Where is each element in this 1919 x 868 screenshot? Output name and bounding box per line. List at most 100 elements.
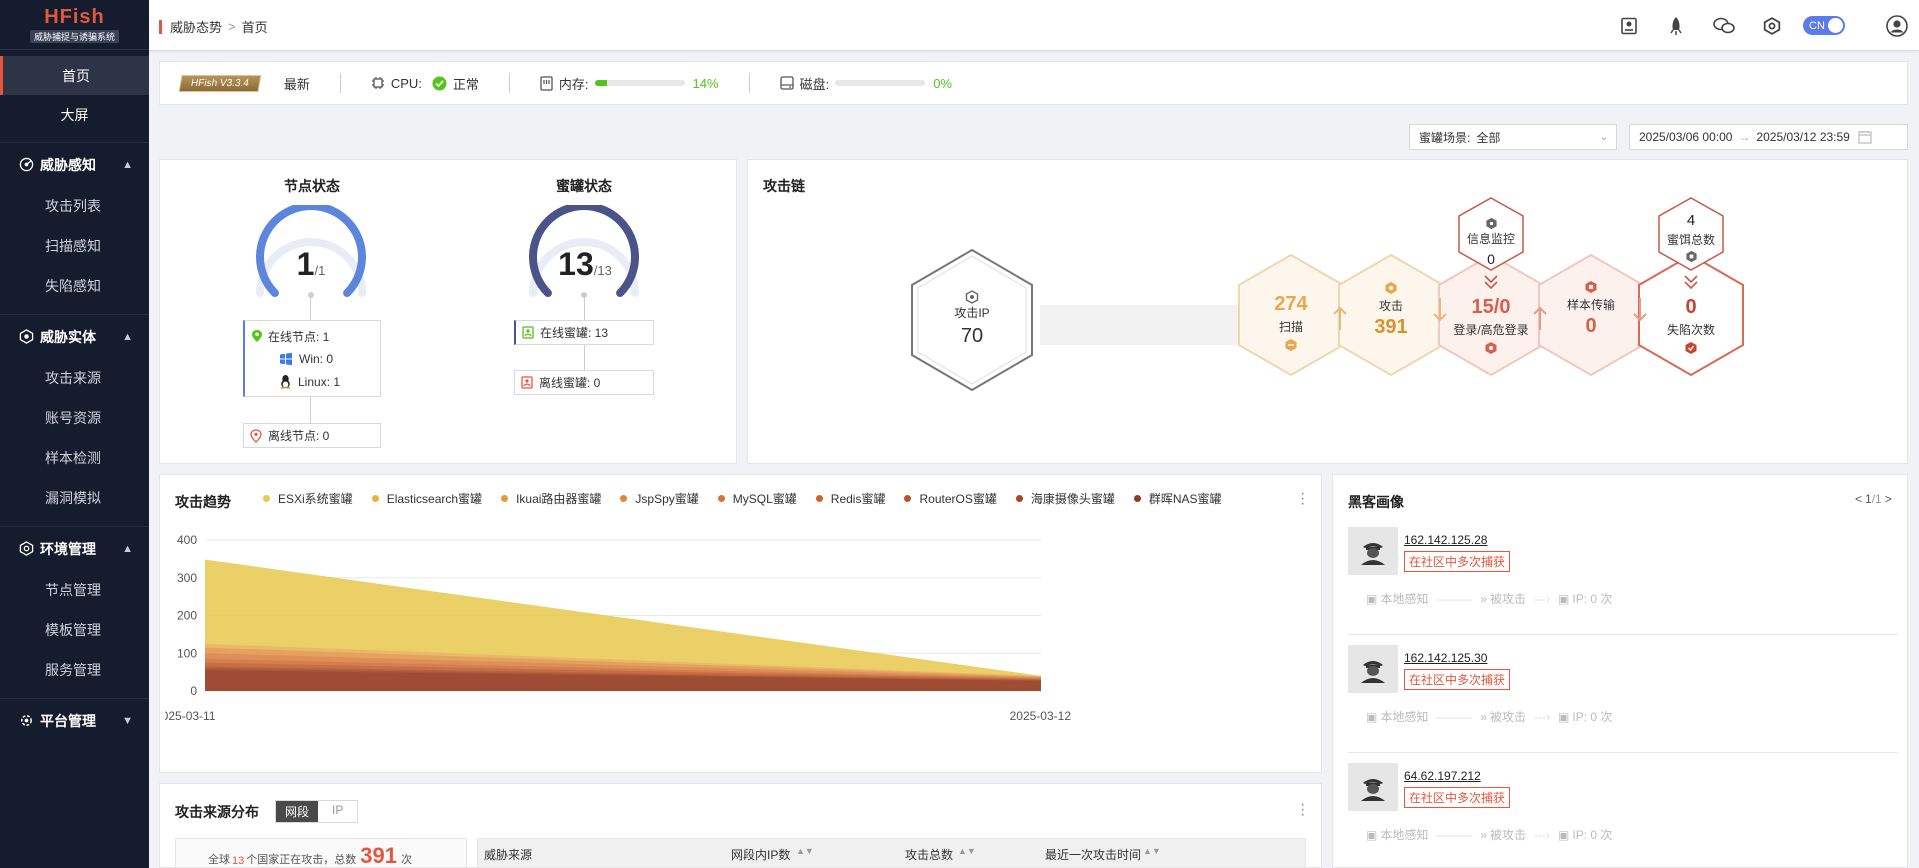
flow-ip: IP: 0 次 [1572, 828, 1613, 842]
legend-dot [815, 495, 823, 502]
sidebar-item-account[interactable]: 账号资源 [0, 398, 149, 438]
connector [310, 397, 311, 423]
prev-page-icon[interactable]: < [1855, 492, 1862, 506]
language-toggle[interactable]: CN [1803, 16, 1845, 35]
sidebar-item-template[interactable]: 模板管理 [0, 610, 149, 650]
chevron-down-icon: ▼ [122, 714, 133, 727]
sidebar-item-node[interactable]: 节点管理 [0, 570, 149, 610]
sort-icon[interactable]: ▲▼ [796, 846, 814, 856]
more-icon[interactable]: · · · [1300, 486, 1305, 512]
divider [508, 73, 510, 93]
attack-node[interactable]: 攻击 391 [1346, 281, 1436, 339]
sidebar-group-platform[interactable]: 平台管理 ▼ [0, 698, 149, 742]
flow-local: 本地感知 [1380, 592, 1429, 606]
rocket-icon[interactable] [1664, 14, 1688, 38]
brand-name: HFish [44, 6, 105, 28]
attack-ip-node[interactable]: 攻击IP 70 [927, 290, 1017, 348]
legend-item[interactable]: ESXi系统蜜罐 [263, 490, 353, 507]
sidebar-group-label: 平台管理 [40, 712, 96, 729]
attack-source-title: 攻击来源分布 [175, 804, 259, 820]
legend-item[interactable]: 群晖NAS蜜罐 [1133, 490, 1222, 507]
settings-hex-icon[interactable] [1760, 14, 1784, 38]
book-icon[interactable] [1617, 14, 1641, 38]
disk-progress [835, 80, 926, 86]
date-start[interactable]: 2025/03/06 00:00 [1639, 130, 1732, 144]
sidebar-item-scan[interactable]: 扫描感知 [0, 226, 149, 266]
breadcrumb-parent[interactable]: 威胁态势 [170, 17, 222, 36]
sidebar-group-threat-perception[interactable]: 威胁感知 ▲ [0, 142, 149, 186]
date-range-picker[interactable]: 2025/03/06 00:00 → 2025/03/12 23:59 [1629, 124, 1908, 150]
more-icon[interactable]: · · · [1300, 797, 1305, 823]
scene-value: 全部 [1476, 130, 1501, 145]
source-summary: 全球 13 个国家正在攻击，总数 391 次 [175, 838, 467, 868]
legend-label: Elasticsearch蜜罐 [386, 492, 483, 506]
honeypot-scene-select[interactable]: 蜜罐场景: 全部 ⌄ [1409, 124, 1617, 150]
col-attack-total[interactable]: 攻击总数 [905, 846, 953, 863]
sidebar-group-env[interactable]: 环境管理 ▲ [0, 526, 149, 570]
date-end[interactable]: 2025/03/12 23:59 [1756, 130, 1849, 144]
legend-dot [371, 495, 379, 502]
sidebar-group-threat-entity[interactable]: 威胁实体 ▲ [0, 314, 149, 358]
hacker-ip[interactable]: 162.142.125.28 [1404, 533, 1487, 547]
bait-node[interactable]: 4 蜜饵总数 [1656, 212, 1726, 263]
sidebar-item-attack-source[interactable]: 攻击来源 [0, 358, 149, 398]
info-monitor-node[interactable]: 信息监控 0 [1456, 217, 1526, 267]
tab-segment[interactable]: 网段 [276, 801, 319, 822]
legend-item[interactable]: RouterOS蜜罐 [904, 490, 997, 507]
scan-value: 274 [1274, 293, 1308, 315]
sidebar-item-attack-list[interactable]: 攻击列表 [0, 186, 149, 226]
hacker-card[interactable]: 162.142.125.30 在社区中多次捕获 ▣ 本地感知 ———» 被攻击 ---›… [1348, 645, 1898, 755]
scan-node[interactable]: 274 扫描 [1246, 293, 1336, 352]
wechat-icon[interactable] [1712, 14, 1736, 38]
hacker-card[interactable]: 162.142.125.28 在社区中多次捕获 ▣ 本地感知 ———» 被攻击 ---›… [1348, 527, 1898, 637]
hacker-card[interactable]: 64.62.197.212 在社区中多次捕获 ▣ 本地感知 ———» 被攻击 ---› ▣… [1348, 763, 1898, 863]
system-status-bar: HFish V3.3.4 最新 CPU: 正常 内存: 14% 磁盘: 0% [159, 61, 1908, 105]
legend-item[interactable]: MySQL蜜罐 [717, 490, 797, 507]
hacker-flow: ▣ 本地感知 ———» 被攻击 ---› ▣ IP: 0 次 [1366, 826, 1612, 843]
attacked-icon: » [1480, 827, 1488, 842]
sort-icon[interactable]: ▲▼ [1143, 846, 1161, 856]
linux-row: Linux: 1 [251, 374, 340, 390]
divider [1348, 634, 1898, 635]
next-page-icon[interactable]: > [1885, 492, 1892, 506]
sidebar-item-service[interactable]: 服务管理 [0, 650, 149, 690]
sample-label: 样本传输 [1566, 298, 1615, 312]
legend-item[interactable]: JspSpy蜜罐 [620, 490, 699, 507]
offline-node-text: 离线节点: 0 [268, 429, 330, 443]
hacker-ip[interactable]: 64.62.197.212 [1404, 769, 1481, 783]
platform-icon [18, 713, 34, 729]
legend-item[interactable]: Ikuai路由器蜜罐 [501, 490, 601, 507]
tab-ip[interactable]: IP [318, 801, 357, 822]
sidebar-item-compromise[interactable]: 失陷感知 [0, 266, 149, 306]
update-status[interactable]: 最新 [284, 74, 310, 93]
user-avatar-icon[interactable] [1885, 14, 1909, 38]
node-total: /1 [314, 263, 326, 278]
col-segment-ip-count[interactable]: 网段内IP数 [731, 846, 790, 863]
cpu-icon [371, 76, 385, 90]
hacker-ip[interactable]: 162.142.125.30 [1404, 651, 1487, 665]
legend-item[interactable]: 海康摄像头蜜罐 [1015, 490, 1115, 507]
sidebar-item-screen[interactable]: 大屏 [0, 95, 149, 134]
compromise-node[interactable]: 0 失陷次数 [1646, 296, 1736, 355]
hacker-avatar-icon [1348, 527, 1398, 575]
sidebar-item-vuln[interactable]: 漏洞模拟 [0, 478, 149, 518]
sort-icon[interactable]: ▲▼ [958, 846, 976, 856]
summary-total: 391 [360, 843, 397, 868]
honeypot-status-title: 蜜罐状态 [556, 178, 612, 194]
sidebar-item-home[interactable]: 首页 [0, 56, 149, 95]
local-sense-icon: ▣ [1366, 709, 1378, 724]
flow-attacked: 被攻击 [1490, 592, 1527, 606]
local-sense-icon: ▣ [1366, 827, 1378, 842]
sidebar-item-sample[interactable]: 样本检测 [0, 438, 149, 478]
sample-node[interactable]: 样本传输 0 [1546, 280, 1636, 338]
attack-label: 攻击 [1378, 299, 1403, 313]
flow-arrow: ---› [1534, 591, 1551, 606]
divider [1348, 752, 1898, 753]
col-last-attack[interactable]: 最近一次攻击时间 [1045, 846, 1141, 863]
legend-item[interactable]: Elasticsearch蜜罐 [371, 490, 483, 507]
divider [748, 73, 750, 93]
col-source[interactable]: 威胁来源 [484, 846, 532, 863]
legend-label: 群晖NAS蜜罐 [1148, 492, 1222, 506]
login-node[interactable]: 15/0 登录/高危登录 [1436, 296, 1546, 355]
legend-item[interactable]: Redis蜜罐 [815, 490, 885, 507]
